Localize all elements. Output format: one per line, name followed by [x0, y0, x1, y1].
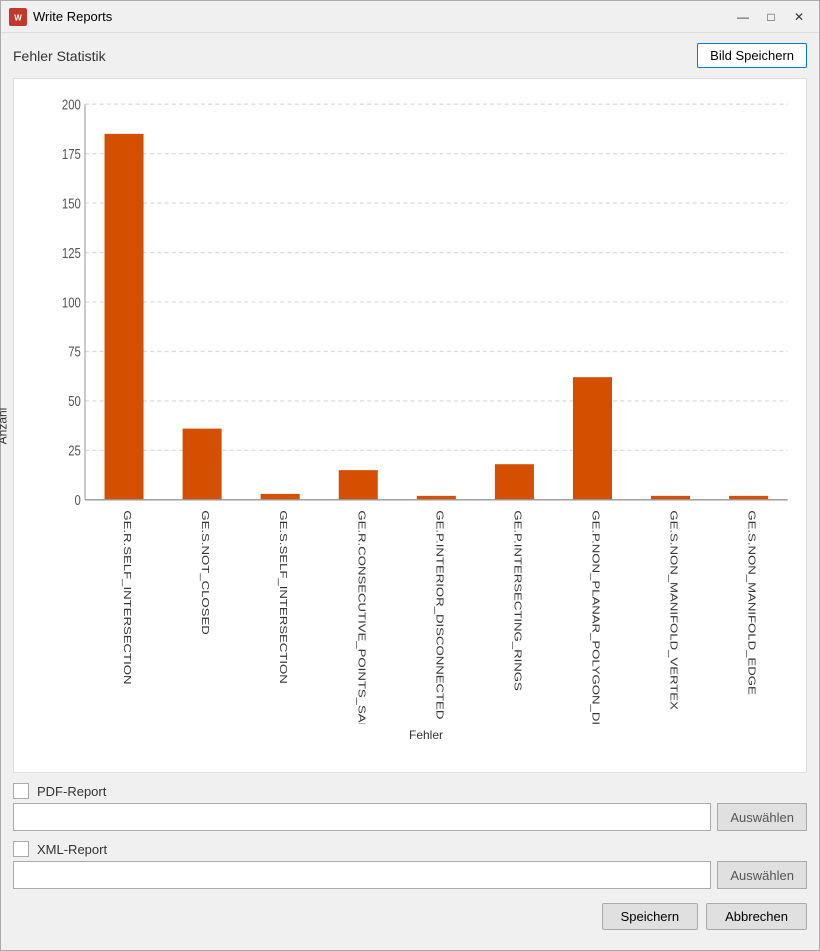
- content-area: Fehler Statistik Bild Speichern Anzahl 0…: [1, 33, 819, 950]
- svg-text:50: 50: [68, 393, 81, 410]
- svg-text:GE.R.CONSECUTIVE_POINTS_SAME: GE.R.CONSECUTIVE_POINTS_SAME: [356, 510, 368, 724]
- xml-auswahlen-button[interactable]: Auswählen: [717, 861, 807, 889]
- maximize-button[interactable]: □: [759, 7, 783, 27]
- pdf-report-checkbox[interactable]: [13, 783, 29, 799]
- svg-text:GE.P.NON_PLANAR_POLYGON_DISTAN: GE.P.NON_PLANAR_POLYGON_DISTANCE_PLANE: [590, 510, 602, 724]
- svg-text:GE.P.INTERSECTING_RINGS: GE.P.INTERSECTING_RINGS: [512, 510, 524, 691]
- xml-report-checkbox[interactable]: [13, 841, 29, 857]
- minimize-button[interactable]: —: [731, 7, 755, 27]
- x-axis-label: Fehler: [54, 728, 798, 746]
- save-button[interactable]: Speichern: [602, 903, 699, 930]
- svg-text:175: 175: [62, 146, 81, 163]
- close-button[interactable]: ✕: [787, 7, 811, 27]
- xml-report-input-row: Auswählen: [13, 861, 807, 889]
- xml-report-row: XML-Report Auswählen: [13, 841, 807, 889]
- svg-text:200: 200: [62, 96, 81, 113]
- header-row: Fehler Statistik Bild Speichern: [13, 43, 807, 68]
- svg-text:GE.R.SELF_INTERSECTION: GE.R.SELF_INTERSECTION: [121, 510, 133, 684]
- chart-title-label: Fehler Statistik: [13, 48, 106, 64]
- main-window: W Write Reports — □ ✕ Fehler Statistik B…: [0, 0, 820, 951]
- svg-text:150: 150: [62, 195, 81, 212]
- chart-container: Anzahl 0255075100125150175200GE.R.SELF_I…: [13, 78, 807, 773]
- svg-text:GE.S.NON_MANIFOLD_VERTEX: GE.S.NON_MANIFOLD_VERTEX: [668, 510, 680, 710]
- y-axis-label: Anzahl: [0, 407, 9, 444]
- title-bar: W Write Reports — □ ✕: [1, 1, 819, 33]
- pdf-report-input[interactable]: [13, 803, 711, 831]
- pdf-report-input-row: Auswählen: [13, 803, 807, 831]
- window-title: Write Reports: [33, 9, 731, 24]
- pdf-report-label: PDF-Report: [37, 784, 106, 799]
- cancel-button[interactable]: Abbrechen: [706, 903, 807, 930]
- xml-report-header: XML-Report: [13, 841, 807, 857]
- chart-svg: 0 25 50 75 100 125 150 175 200 GE.R.SELF_INTERSEC…: [54, 91, 798, 724]
- svg-text:25: 25: [68, 442, 81, 459]
- svg-text:GE.P.INTERIOR_DISCONNECTED: GE.P.INTERIOR_DISCONNECTED: [434, 510, 446, 719]
- pdf-report-header: PDF-Report: [13, 783, 807, 799]
- xml-report-label: XML-Report: [37, 842, 107, 857]
- svg-text:0: 0: [75, 492, 81, 509]
- app-icon: W: [9, 8, 27, 26]
- xml-report-input[interactable]: [13, 861, 711, 889]
- svg-text:75: 75: [68, 343, 81, 360]
- save-image-button[interactable]: Bild Speichern: [697, 43, 807, 68]
- chart-area: 0 25 50 75 100 125 150 175 200 GE.R.SELF_INTERSEC…: [54, 91, 798, 724]
- svg-text:125: 125: [62, 244, 81, 261]
- window-controls: — □ ✕: [731, 7, 811, 27]
- action-row: Speichern Abbrechen: [13, 899, 807, 930]
- pdf-report-row: PDF-Report Auswählen: [13, 783, 807, 831]
- svg-text:GE.S.NON_MANIFOLD_EDGE: GE.S.NON_MANIFOLD_EDGE: [746, 510, 758, 694]
- svg-text:GE.S.SELF_INTERSECTION: GE.S.SELF_INTERSECTION: [278, 510, 290, 683]
- svg-text:W: W: [14, 13, 22, 22]
- bottom-section: PDF-Report Auswählen XML-Report Auswähle…: [13, 783, 807, 940]
- svg-text:100: 100: [62, 294, 81, 311]
- pdf-auswahlen-button[interactable]: Auswählen: [717, 803, 807, 831]
- svg-text:GE.S.NOT_CLOSED: GE.S.NOT_CLOSED: [199, 510, 211, 634]
